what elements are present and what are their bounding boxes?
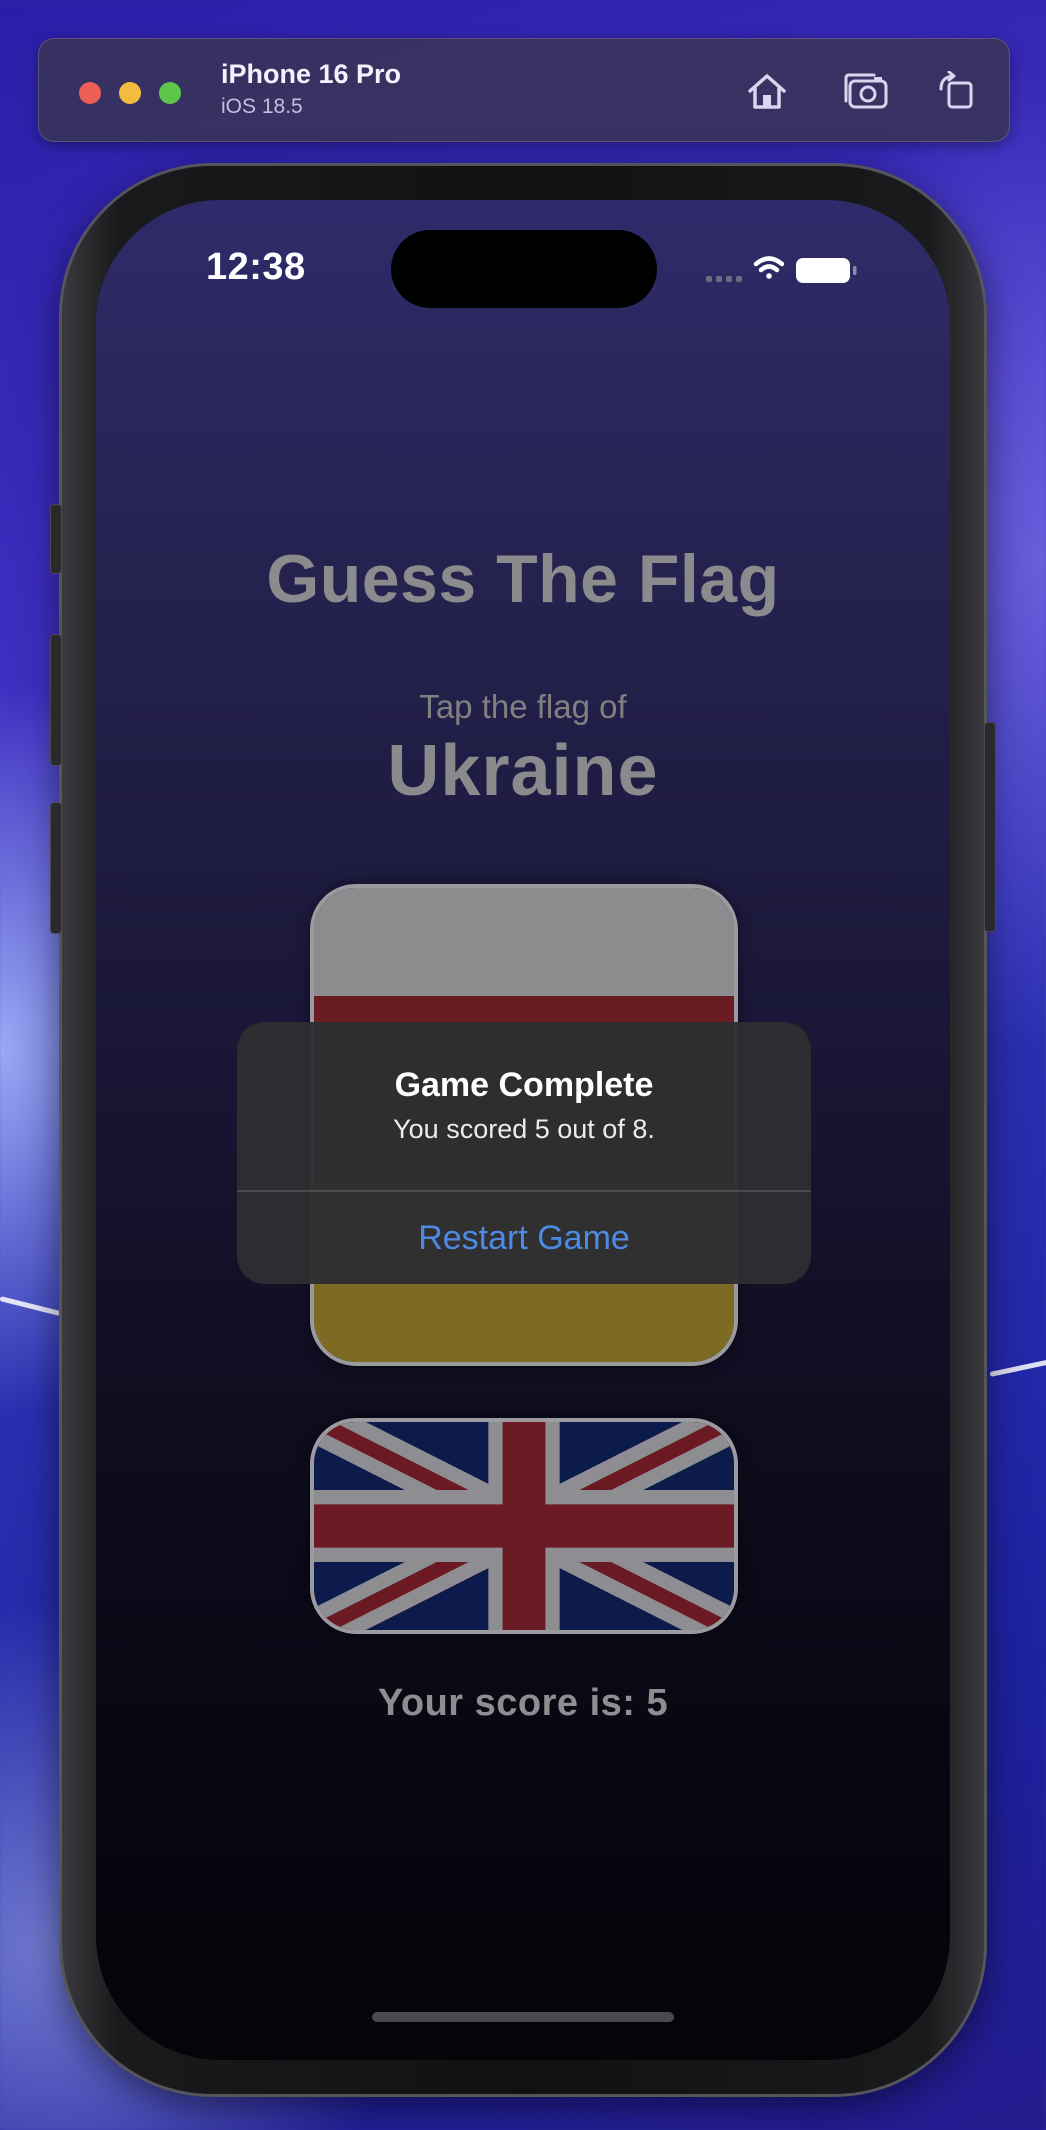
simulator-toolbar: iPhone 16 Pro iOS 18.5 xyxy=(38,38,1010,142)
status-icons xyxy=(706,256,857,283)
minimize-window-button[interactable] xyxy=(119,82,141,104)
wallpaper-streak xyxy=(0,1296,61,1316)
game-title: Guess The Flag xyxy=(266,541,780,617)
iphone-frame: 12:38 Guess The Flag Tap the flag of Ukr… xyxy=(50,166,996,2094)
wifi-icon xyxy=(753,256,785,279)
question-prompt: Tap the flag of xyxy=(419,688,627,725)
device-name: iPhone 16 Pro xyxy=(221,59,402,89)
close-window-button[interactable] xyxy=(79,82,101,104)
os-version: iOS 18.5 xyxy=(221,95,303,118)
battery-icon xyxy=(796,258,857,283)
power-button[interactable] xyxy=(984,722,996,932)
alert-title: Game Complete xyxy=(394,1066,654,1104)
volume-up-button[interactable] xyxy=(50,634,62,766)
game-complete-alert: Game Complete You scored 5 out of 8. Res… xyxy=(237,1022,811,1284)
score-label: Your score is: 5 xyxy=(377,1682,669,1724)
wallpaper-streak xyxy=(989,1359,1046,1377)
target-country: Ukraine xyxy=(387,731,659,811)
restart-game-button[interactable]: Restart Game xyxy=(237,1192,811,1284)
volume-down-button[interactable] xyxy=(50,802,62,934)
screenshot-button[interactable] xyxy=(841,65,893,117)
home-button[interactable] xyxy=(741,65,793,117)
action-button[interactable] xyxy=(50,504,62,574)
app-screen: 12:38 Guess The Flag Tap the flag of Ukr… xyxy=(96,200,950,2060)
rotate-button[interactable] xyxy=(931,65,983,117)
cellular-icon xyxy=(706,276,742,282)
flag-band-white xyxy=(314,888,734,996)
zoom-window-button[interactable] xyxy=(159,82,181,104)
home-indicator[interactable] xyxy=(372,2012,674,2022)
screenshot-icon xyxy=(844,73,888,109)
home-icon xyxy=(748,74,786,109)
union-jack-flag-button[interactable] xyxy=(310,1418,738,1634)
dynamic-island xyxy=(391,230,657,308)
rotate-icon xyxy=(939,71,973,109)
status-time: 12:38 xyxy=(206,246,306,288)
union-jack-flag xyxy=(314,1422,734,1630)
alert-message: You scored 5 out of 8. xyxy=(393,1114,655,1144)
